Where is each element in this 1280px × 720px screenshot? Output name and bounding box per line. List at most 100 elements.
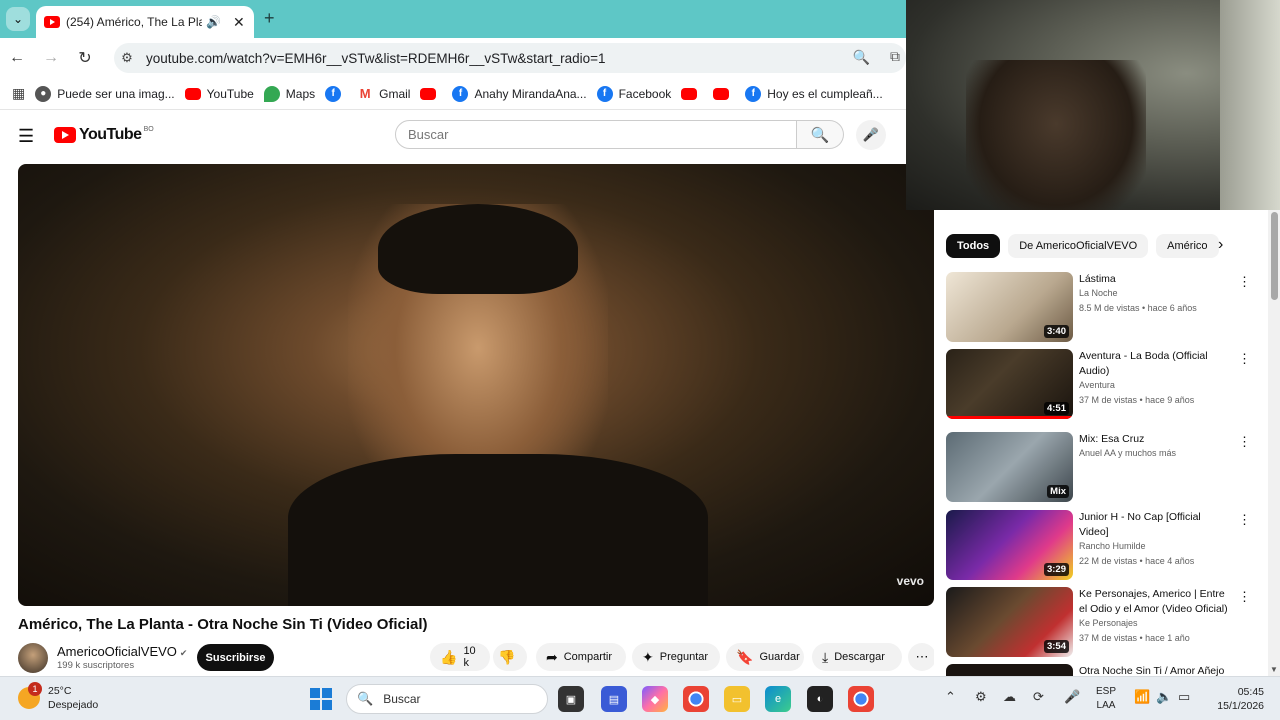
download-button[interactable]: ⤓ Descargar xyxy=(812,643,902,671)
language-indicator[interactable]: ESP LAA xyxy=(1096,685,1116,713)
bookmark-item[interactable]: M Gmail xyxy=(357,85,410,102)
site-info-icon[interactable]: ⚙ xyxy=(114,50,140,66)
task-view-icon[interactable]: ▣ xyxy=(558,686,584,712)
zoom-icon[interactable]: 🔍 xyxy=(853,49,870,66)
list-item[interactable]: Otra Noche Sin Ti / Amor Añejo xyxy=(946,664,1246,676)
voice-search-button[interactable]: 🎤 xyxy=(856,120,886,150)
menu-icon[interactable]: ☰ xyxy=(18,126,34,147)
video-thumbnail[interactable] xyxy=(946,664,1073,676)
channel-name[interactable]: Rancho Humilde xyxy=(1079,541,1146,551)
chrome-profile-icon[interactable] xyxy=(848,686,874,712)
chrome-icon[interactable] xyxy=(683,686,709,712)
video-thumbnail[interactable]: 4:51 xyxy=(946,349,1073,419)
more-options-icon[interactable]: ⋮ xyxy=(1238,512,1251,528)
channel-name[interactable]: Aventura xyxy=(1079,380,1115,390)
bookmark-item[interactable]: Maps xyxy=(263,85,315,102)
youtube-logo[interactable]: YouTube BO xyxy=(54,126,154,144)
show-hidden-icons-chevron-icon[interactable]: ⌃ xyxy=(945,689,956,705)
video-title[interactable]: Ke Personajes, Americo | Entre el Odio y… xyxy=(1079,587,1231,617)
sync-icon[interactable]: ⟳ xyxy=(1033,689,1044,705)
video-title[interactable]: Aventura - La Boda (Official Audio) xyxy=(1079,349,1231,379)
speaker-icon[interactable]: 🔊 xyxy=(206,15,221,29)
save-button[interactable]: 🔖 Guardar xyxy=(726,643,804,671)
scrollbar[interactable]: ▼ xyxy=(1268,210,1280,676)
cloud-icon[interactable]: ☁ xyxy=(1003,689,1016,705)
wifi-icon[interactable]: 📶 xyxy=(1134,689,1150,705)
more-options-icon[interactable]: ⋮ xyxy=(1238,274,1251,290)
like-button[interactable]: 👍 10 k xyxy=(430,643,490,671)
video-thumbnail[interactable]: 3:29 xyxy=(946,510,1073,580)
chip-channel[interactable]: De AmericoOficialVEVO xyxy=(1008,234,1149,258)
video-player[interactable]: vevo xyxy=(18,164,934,606)
install-app-icon[interactable]: ⧉ xyxy=(890,48,900,65)
share-button[interactable]: ➦ Compartir xyxy=(536,643,626,671)
video-title[interactable]: Junior H - No Cap [Official Video] xyxy=(1079,510,1231,540)
video-title[interactable]: Otra Noche Sin Ti / Amor Añejo xyxy=(1079,664,1231,676)
bookmark-item[interactable]: f Anahy MirandaAna... xyxy=(452,85,587,102)
capcut-icon[interactable]: ◐ xyxy=(807,686,833,712)
taskbar-search[interactable]: 🔍 Buscar xyxy=(346,684,548,714)
photos-app-icon[interactable]: ▤ xyxy=(601,686,627,712)
chip-americo[interactable]: Américo xyxy=(1156,234,1219,258)
channel-name[interactable]: Ke Personajes xyxy=(1079,618,1138,628)
video-title[interactable]: Lástima xyxy=(1079,272,1231,287)
chevron-right-icon[interactable]: › xyxy=(1218,236,1223,254)
windows-start-icon[interactable] xyxy=(310,688,332,710)
file-explorer-icon[interactable]: ▭ xyxy=(724,686,750,712)
bookmark-item[interactable] xyxy=(420,87,442,100)
youtube-icon xyxy=(420,87,437,100)
more-options-icon[interactable]: ⋮ xyxy=(1238,434,1251,450)
bookmark-icon: 🔖 xyxy=(736,648,754,665)
clock[interactable]: 05:45 15/1/2026 xyxy=(1188,685,1264,713)
scroll-down-arrow-icon[interactable]: ▼ xyxy=(1270,665,1278,674)
video-thumbnail[interactable]: 3:54 xyxy=(946,587,1073,657)
search-button[interactable]: 🔍 xyxy=(797,120,844,149)
channel-name[interactable]: AmericoOficialVEVO ✔ xyxy=(57,644,187,659)
forward-arrow-icon[interactable]: → xyxy=(34,49,68,67)
list-item[interactable]: 3:29 Junior H - No Cap [Official Video] … xyxy=(946,510,1251,580)
video-thumbnail[interactable]: 3:40 xyxy=(946,272,1073,342)
weather-widget[interactable]: 1 25°C Despejado xyxy=(18,682,98,712)
more-options-icon[interactable]: ⋮ xyxy=(1238,351,1251,367)
search-input[interactable]: Buscar xyxy=(395,120,797,149)
bookmark-item[interactable] xyxy=(713,87,735,100)
ask-button[interactable]: ✦ Preguntar xyxy=(632,643,720,671)
channel-name[interactable]: Anuel AA y muchos más xyxy=(1079,448,1176,458)
windows-taskbar: 1 25°C Despejado 🔍 Buscar ▣ ▤ ◆ ▭ e ◐ ⌃ ⚙… xyxy=(0,676,1280,720)
microphone-icon[interactable]: 🎤 xyxy=(1064,689,1080,705)
tab-youtube[interactable]: (254) Américo, The La Planta 🔊 ✕ xyxy=(36,6,254,38)
back-arrow-icon[interactable]: ← xyxy=(0,49,34,67)
channel-avatar[interactable] xyxy=(18,643,48,673)
video-title[interactable]: Mix: Esa Cruz xyxy=(1079,432,1231,447)
edge-icon[interactable]: e xyxy=(765,686,791,712)
bookmark-item[interactable] xyxy=(681,87,703,100)
list-item[interactable]: Mix Mix: Esa Cruz Anuel AA y muchos más … xyxy=(946,432,1251,502)
bookmark-item[interactable]: f xyxy=(325,85,347,102)
bookmark-item[interactable]: YouTube xyxy=(184,87,254,101)
video-thumbnail[interactable]: Mix xyxy=(946,432,1073,502)
more-actions-icon[interactable]: ⋯ xyxy=(908,643,936,671)
scrollbar-thumb[interactable] xyxy=(1271,212,1278,300)
reload-icon[interactable]: ↻ xyxy=(68,48,102,68)
bookmark-item[interactable]: ● Puede ser una imag... xyxy=(35,85,175,102)
copilot-icon[interactable]: ◆ xyxy=(642,686,668,712)
list-item[interactable]: 3:54 Ke Personajes, Americo | Entre el O… xyxy=(946,587,1251,657)
more-options-icon[interactable]: ⋮ xyxy=(1238,589,1251,605)
close-tab-icon[interactable]: ✕ xyxy=(233,14,245,31)
bookmark-item[interactable]: f Hoy es el cumpleañ... xyxy=(745,85,883,102)
list-item[interactable]: 4:51 Aventura - La Boda (Official Audio)… xyxy=(946,349,1251,419)
new-tab-icon[interactable]: + xyxy=(264,8,275,29)
chip-todos[interactable]: Todos xyxy=(946,234,1001,258)
channel-name[interactable]: La Noche xyxy=(1079,288,1118,298)
volume-icon[interactable]: 🔈 xyxy=(1156,689,1172,705)
bookmark-item[interactable]: f Facebook xyxy=(596,85,671,102)
apps-grid-icon[interactable]: ▦ xyxy=(12,85,25,102)
subscribe-button[interactable]: Suscribirse xyxy=(197,644,274,671)
address-bar[interactable]: ⚙ youtube.com/watch?v=EMH6r__vSTw&list=R… xyxy=(114,43,906,73)
video-duration: Mix xyxy=(1047,485,1069,498)
tab-search-chevron-icon[interactable]: ⌄ xyxy=(6,7,30,31)
weather-sun-icon: 1 xyxy=(18,682,42,709)
settings-gear-icon[interactable]: ⚙ xyxy=(975,689,987,705)
list-item[interactable]: 3:40 Lástima La Noche 8.5 M de vistas • … xyxy=(946,272,1251,342)
dislike-button[interactable]: 👎 xyxy=(493,643,527,671)
